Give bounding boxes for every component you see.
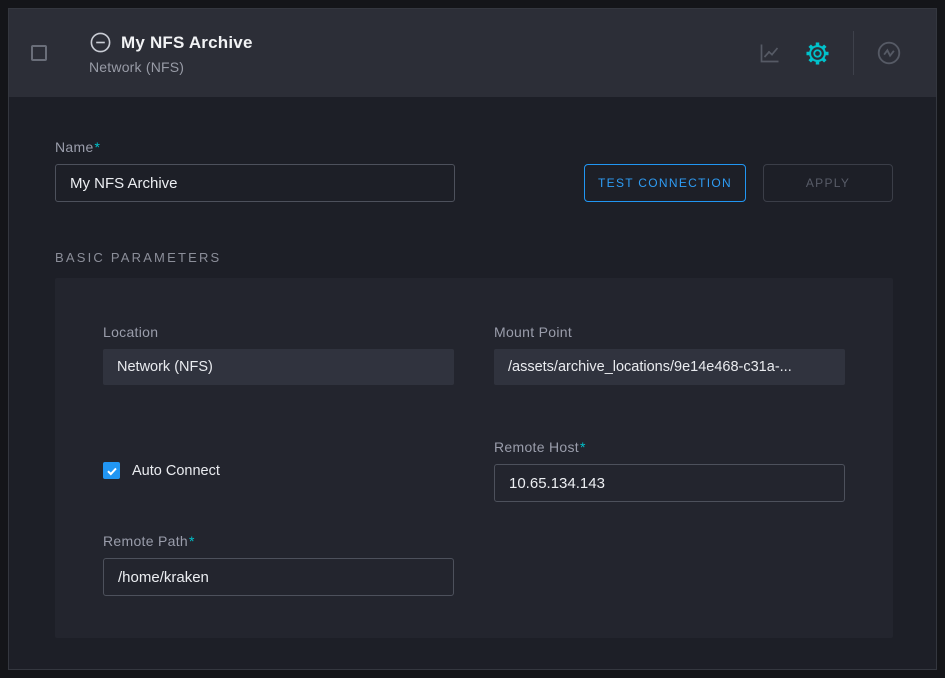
apply-button[interactable]: APPLY xyxy=(763,164,893,202)
panel-subtitle: Network (NFS) xyxy=(89,59,253,75)
panel-body: Name* TEST CONNECTION APPLY BASIC PARAME… xyxy=(9,139,936,638)
basic-parameters-card: Location Network (NFS) Mount Point /asse… xyxy=(55,278,893,638)
remote-host-label: Remote Host* xyxy=(494,439,845,455)
title-block: My NFS Archive Network (NFS) xyxy=(89,31,253,75)
check-icon xyxy=(106,465,118,477)
auto-connect-label: Auto Connect xyxy=(132,463,220,479)
remote-path-label: Remote Path* xyxy=(103,533,454,549)
header-actions xyxy=(758,31,902,75)
section-title-basic-parameters: BASIC PARAMETERS xyxy=(55,250,893,265)
required-asterisk: * xyxy=(95,139,101,155)
row-remotepath: Remote Path* xyxy=(103,533,845,596)
row-location-mountpoint: Location Network (NFS) Mount Point /asse… xyxy=(103,324,845,385)
activity-circle-icon[interactable] xyxy=(876,40,902,66)
auto-connect-checkbox[interactable] xyxy=(103,462,120,479)
required-asterisk: * xyxy=(189,533,195,549)
chart-icon[interactable] xyxy=(758,41,782,65)
row-autoconnect-remotehost: Auto Connect Remote Host* xyxy=(103,439,845,502)
collapse-minus-circle-icon[interactable] xyxy=(89,31,112,54)
panel-title: My NFS Archive xyxy=(121,33,253,53)
auto-connect-checkbox-row[interactable]: Auto Connect xyxy=(103,462,220,479)
test-connection-button[interactable]: TEST CONNECTION xyxy=(584,164,746,202)
panel-header: My NFS Archive Network (NFS) xyxy=(9,9,936,97)
mount-point-label: Mount Point xyxy=(494,324,845,340)
remote-host-input[interactable] xyxy=(494,464,845,502)
location-value: Network (NFS) xyxy=(103,349,454,385)
required-asterisk: * xyxy=(580,439,586,455)
settings-gear-icon[interactable] xyxy=(804,40,831,67)
header-divider xyxy=(853,31,854,75)
archive-panel: My NFS Archive Network (NFS) xyxy=(8,8,937,670)
name-input[interactable] xyxy=(55,164,455,202)
name-row: Name* TEST CONNECTION APPLY xyxy=(55,139,893,202)
name-label: Name* xyxy=(55,139,455,155)
remote-path-input[interactable] xyxy=(103,558,454,596)
select-checkbox[interactable] xyxy=(31,45,47,61)
mount-point-value: /assets/archive_locations/9e14e468-c31a-… xyxy=(494,349,845,385)
location-label: Location xyxy=(103,324,454,340)
